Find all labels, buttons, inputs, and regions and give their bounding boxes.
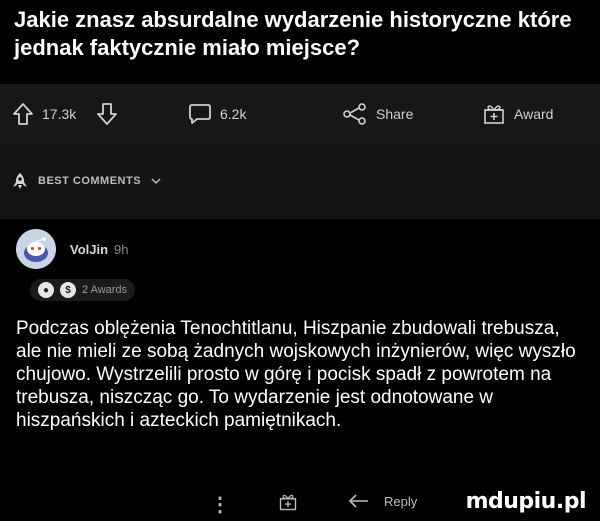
award-badge-icon: $ bbox=[60, 282, 76, 298]
comment-bubble-icon bbox=[189, 104, 211, 124]
share-icon bbox=[343, 103, 366, 125]
comment-author-line: VolJin 9h bbox=[70, 242, 129, 257]
chevron-down-icon bbox=[151, 178, 161, 185]
snoo-avatar-icon bbox=[16, 229, 56, 269]
award-button[interactable]: Award bbox=[482, 84, 553, 144]
sort-dropdown[interactable]: BEST COMMENTS bbox=[12, 172, 161, 190]
sort-label: BEST COMMENTS bbox=[38, 175, 142, 187]
comment: VolJin 9h ● $ 2 Awards Podczas oblężenia … bbox=[0, 219, 600, 521]
upvote-count: 17.3k bbox=[42, 106, 77, 122]
upvote-arrow-icon bbox=[13, 103, 33, 125]
rocket-icon bbox=[13, 173, 27, 189]
post-action-bar: 17.3k 6.2k Share Award bbox=[0, 84, 600, 144]
watermark: mdupiu.pl bbox=[461, 489, 590, 514]
comment-author[interactable]: VolJin bbox=[70, 242, 108, 257]
award-badge-icon: ● bbox=[38, 282, 54, 298]
comment-footer: ⋮ Reply mdupiu.pl bbox=[0, 486, 600, 521]
upvote-button[interactable]: 17.3k bbox=[12, 84, 76, 144]
comment-sort-bar: BEST COMMENTS bbox=[0, 144, 600, 219]
downvote-arrow-icon bbox=[97, 103, 117, 125]
reply-button[interactable]: Reply bbox=[348, 493, 417, 509]
reply-arrow-icon bbox=[348, 494, 368, 508]
comment-header: VolJin 9h bbox=[16, 229, 129, 269]
post-title: Jakie znasz absurdalne wydarzenie histor… bbox=[14, 7, 572, 60]
comment-body: Podczas oblężenia Tenochtitlanu, Hiszpan… bbox=[16, 318, 576, 431]
comment-awards[interactable]: ● $ 2 Awards bbox=[30, 279, 136, 301]
more-options-icon[interactable]: ⋮ bbox=[210, 492, 230, 517]
comments-button[interactable]: 6.2k bbox=[188, 84, 246, 144]
share-label: Share bbox=[376, 106, 414, 122]
award-gift-icon bbox=[484, 105, 504, 124]
awards-count: 2 Awards bbox=[82, 284, 128, 296]
comment-time: 9h bbox=[114, 241, 129, 257]
avatar[interactable] bbox=[16, 229, 56, 269]
downvote-button[interactable] bbox=[96, 84, 118, 144]
share-button[interactable]: Share bbox=[342, 84, 413, 144]
award-label: Award bbox=[514, 106, 554, 122]
award-gift-icon[interactable] bbox=[278, 492, 298, 512]
comment-count: 6.2k bbox=[220, 106, 247, 122]
reply-label: Reply bbox=[384, 493, 418, 509]
